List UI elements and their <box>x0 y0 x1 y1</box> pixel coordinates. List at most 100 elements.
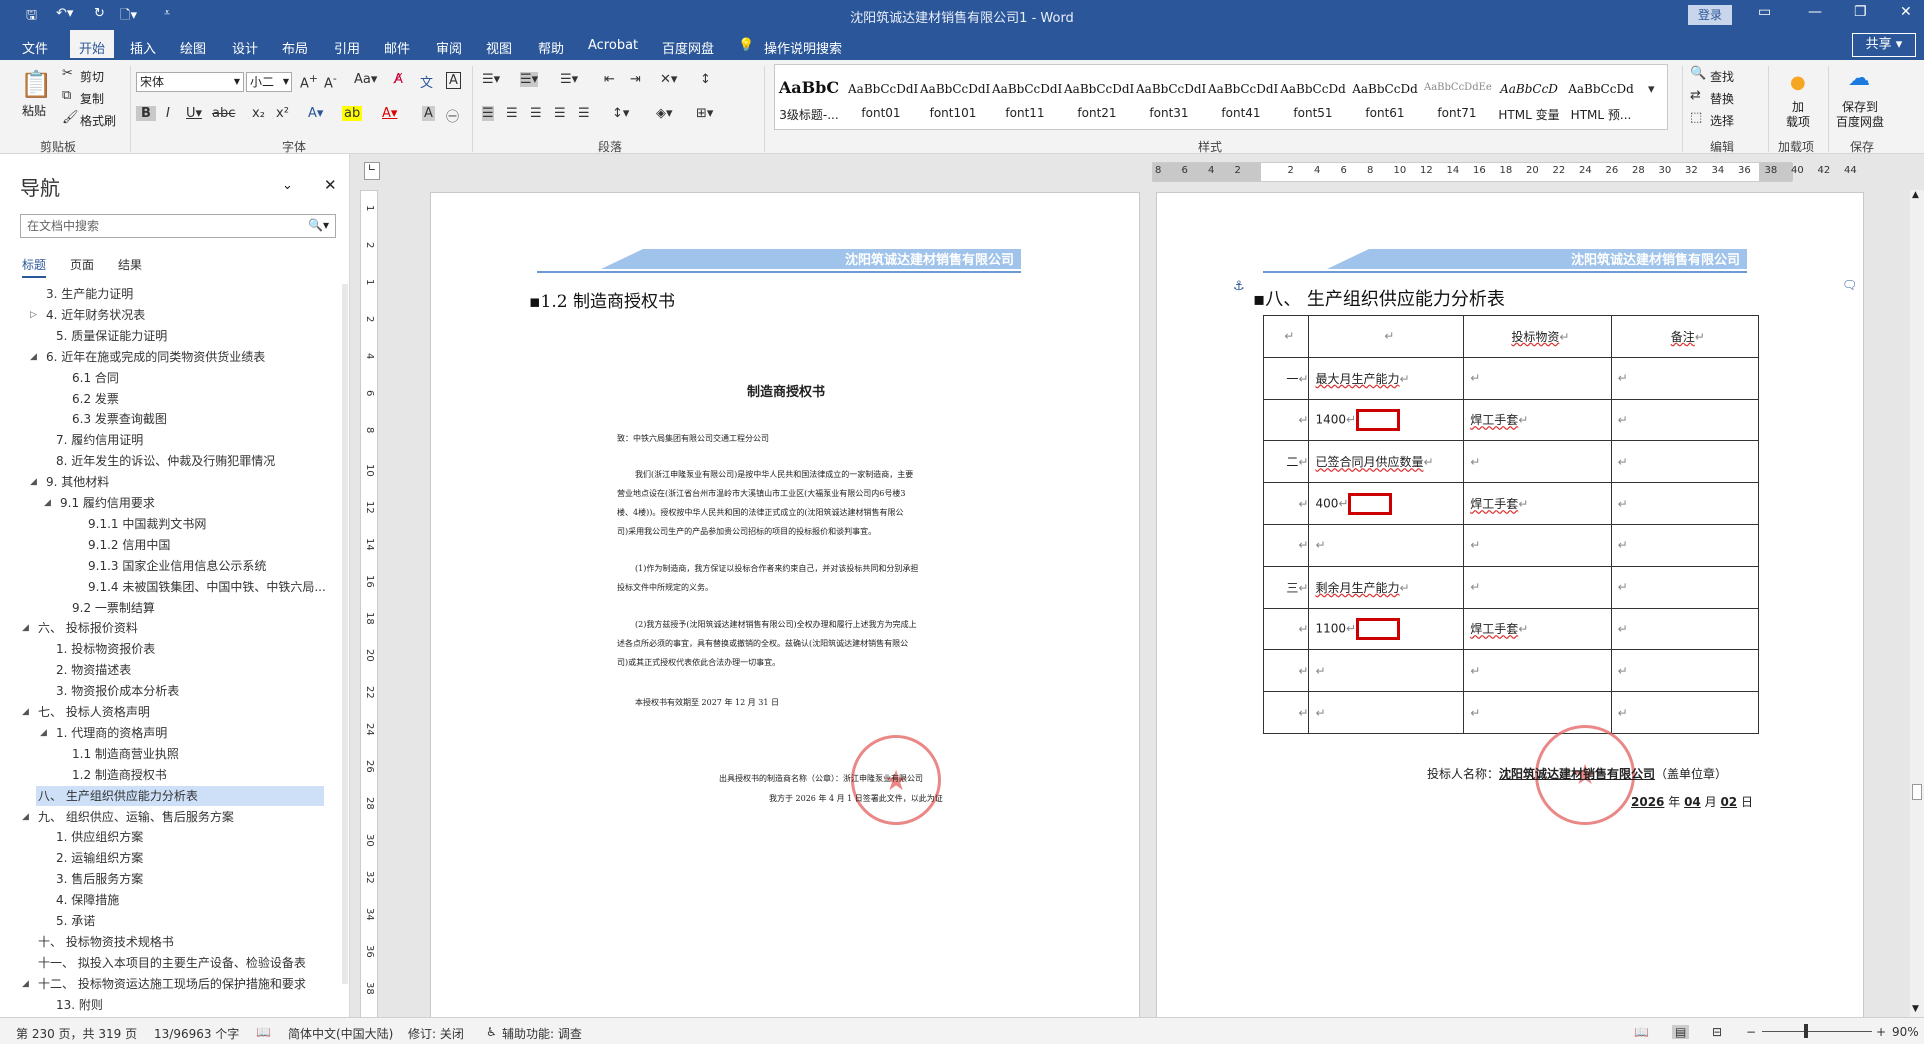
nav-heading-item[interactable]: 十、 投标物资技术规格书 <box>38 932 174 952</box>
tell-me-search[interactable]: 操作说明搜索 <box>764 38 842 57</box>
table-cell[interactable]: ↵ <box>1262 691 1310 734</box>
expand-arrow-icon[interactable]: ◢ <box>22 707 29 717</box>
text-effects-icon[interactable]: A▾ <box>308 106 323 121</box>
nav-heading-item[interactable]: 9.1.4 未被国铁集团、中国中铁、中铁六局... <box>88 577 326 597</box>
cut-button[interactable]: 剪切 <box>80 68 104 85</box>
restore-icon[interactable]: ❐ <box>1854 4 1867 20</box>
char-border-icon[interactable]: A <box>446 72 461 89</box>
enclose-char-icon[interactable]: ㊀ <box>446 106 459 125</box>
table-cell[interactable]: 1100↵ <box>1308 607 1465 651</box>
nav-heading-item[interactable]: 6. 近年在施或完成的同类物资供货业绩表 <box>46 347 265 367</box>
scroll-thumb[interactable] <box>1912 784 1922 800</box>
style-item[interactable]: AaBbCcDdI font01 <box>848 66 918 124</box>
tab-file[interactable]: 文件 <box>22 38 48 57</box>
nav-heading-item[interactable]: 七、 投标人资格声明 <box>38 702 150 722</box>
tab-references[interactable]: 引用 <box>334 38 360 57</box>
nav-heading-item[interactable]: 5. 承诺 <box>56 911 95 931</box>
table-header-cell[interactable]: 备注↵ <box>1610 315 1760 358</box>
style-item[interactable]: AaBbCcDdI font31 <box>1136 66 1206 124</box>
justify-icon[interactable]: ☰ <box>554 106 566 121</box>
style-item[interactable]: AaBbCcDdI font101 <box>920 66 990 124</box>
nav-heading-item[interactable]: 3. 物资报价成本分析表 <box>56 681 179 701</box>
nav-heading-item[interactable]: 4. 近年财务状况表 <box>46 305 145 325</box>
baidu-netdisk-icon[interactable]: ☁ <box>1848 66 1870 91</box>
table-header-cell[interactable]: ↵ <box>1308 315 1465 358</box>
font-size-combo[interactable]: 小二 ▼ <box>246 72 292 92</box>
find-icon[interactable]: 🔍 <box>1690 66 1706 81</box>
style-item[interactable]: AaBbCcDdEe font71 <box>1424 66 1492 124</box>
language-status[interactable]: 简体中文(中国大陆) <box>288 1025 393 1042</box>
section-heading[interactable]: ▪八、 生产组织供应能力分析表 <box>1253 285 1505 311</box>
table-cell[interactable]: 已签合同月供应数量↵ <box>1308 440 1465 484</box>
table-cell[interactable]: ↵ <box>1262 398 1310 442</box>
table-cell[interactable]: ↵ <box>1262 482 1310 525</box>
proofing-icon[interactable]: 📖 <box>256 1025 271 1039</box>
style-item[interactable]: AaBbCcDdI font21 <box>1064 66 1134 124</box>
tab-view[interactable]: 视图 <box>486 38 512 57</box>
table-cell[interactable]: ↵ <box>1610 440 1760 484</box>
copy-button[interactable]: 复制 <box>80 90 104 107</box>
nav-heading-item[interactable]: 9.1.3 国家企业信用信息公示系统 <box>88 556 266 576</box>
tab-home[interactable]: 开始 <box>70 30 114 60</box>
web-layout-icon[interactable]: ⊟ <box>1712 1025 1722 1039</box>
read-mode-icon[interactable]: 📖 <box>1634 1025 1649 1039</box>
style-item[interactable]: AaBbC 3级标题-... <box>776 66 842 124</box>
shading-icon[interactable]: ◈▾ <box>656 106 673 121</box>
tab-help[interactable]: 帮助 <box>538 38 564 57</box>
table-cell[interactable]: ↵ <box>1610 356 1760 400</box>
table-cell[interactable]: ↵ <box>1262 649 1310 693</box>
table-cell[interactable]: ↵ <box>1463 356 1612 400</box>
close-window-icon[interactable]: ✕ <box>1900 4 1912 20</box>
cut-icon[interactable]: ✂ <box>62 66 73 81</box>
tab-insert[interactable]: 插入 <box>130 38 156 57</box>
nav-options-icon[interactable]: ⌄ <box>282 178 293 193</box>
shrink-font-icon[interactable]: A- <box>324 72 337 91</box>
nav-search-icon[interactable]: 🔍▾ <box>308 218 329 232</box>
align-center-icon[interactable]: ☰ <box>506 106 518 121</box>
nav-heading-item[interactable]: 9.2 一票制结算 <box>72 598 155 618</box>
expand-arrow-icon[interactable]: ◢ <box>44 498 51 508</box>
login-button[interactable]: 登录 <box>1688 5 1732 25</box>
table-cell[interactable]: ↵ <box>1308 691 1465 734</box>
nav-heading-item[interactable]: 1. 投标物资报价表 <box>56 639 155 659</box>
line-spacing-icon[interactable]: ↕▾ <box>612 106 629 121</box>
zoom-thumb[interactable] <box>1804 1024 1808 1038</box>
select-icon[interactable]: ⬚ <box>1690 110 1702 125</box>
zoom-out-icon[interactable]: − <box>1746 1025 1756 1039</box>
tab-baidu[interactable]: 百度网盘 <box>662 38 714 57</box>
zoom-level[interactable]: 90% <box>1892 1025 1919 1039</box>
table-cell[interactable]: ↵ <box>1610 523 1760 567</box>
table-cell[interactable]: ↵ <box>1610 607 1760 651</box>
style-item[interactable]: AaBbCcD HTML 变量 <box>1496 66 1562 124</box>
expand-arrow-icon[interactable]: ◢ <box>30 352 37 362</box>
superscript-icon[interactable]: x² <box>276 106 289 121</box>
align-right-icon[interactable]: ☰ <box>530 106 542 121</box>
multilevel-list-icon[interactable]: ☰▾ <box>560 72 578 87</box>
nav-heading-item[interactable]: 9.1 履约信用要求 <box>60 493 155 513</box>
tab-review[interactable]: 审阅 <box>436 38 462 57</box>
nav-heading-item[interactable]: 5. 质量保证能力证明 <box>56 326 167 346</box>
nav-tab-headings[interactable]: 标题 <box>22 256 47 278</box>
nav-heading-item[interactable]: 9. 其他材料 <box>46 472 109 492</box>
table-cell[interactable]: ↵ <box>1463 565 1612 609</box>
scroll-up-icon[interactable]: ▲ <box>1912 190 1919 200</box>
clear-format-icon[interactable]: A̸ <box>394 72 403 87</box>
nav-heading-item[interactable]: 1.2 制造商授权书 <box>72 765 167 785</box>
select-button[interactable]: 选择 <box>1710 112 1734 129</box>
nav-heading-item[interactable]: 9.1.2 信用中国 <box>88 535 170 555</box>
table-cell[interactable]: ↵ <box>1463 440 1612 484</box>
nav-heading-item[interactable]: 九、 组织供应、运输、售后服务方案 <box>38 807 234 827</box>
numbering-icon[interactable]: ☰▾ <box>520 72 539 87</box>
table-cell[interactable]: ↵ <box>1610 398 1760 442</box>
table-cell[interactable]: 三↵ <box>1262 565 1310 609</box>
nav-heading-item[interactable]: 9.1.1 中国裁判文书网 <box>88 514 206 534</box>
word-count[interactable]: 13/96963 个字 <box>154 1025 239 1042</box>
nav-heading-item[interactable]: 1.1 制造商营业执照 <box>72 744 179 764</box>
table-cell[interactable]: ↵ <box>1610 691 1760 734</box>
tab-design[interactable]: 设计 <box>232 38 258 57</box>
share-button[interactable]: 共享 ▾ <box>1852 33 1916 57</box>
replace-icon[interactable]: ⇄ <box>1690 88 1701 103</box>
table-cell[interactable]: 焊工手套↵ <box>1463 607 1612 651</box>
decrease-indent-icon[interactable]: ⇤ <box>604 72 615 87</box>
table-cell[interactable]: 400↵ <box>1308 482 1465 525</box>
